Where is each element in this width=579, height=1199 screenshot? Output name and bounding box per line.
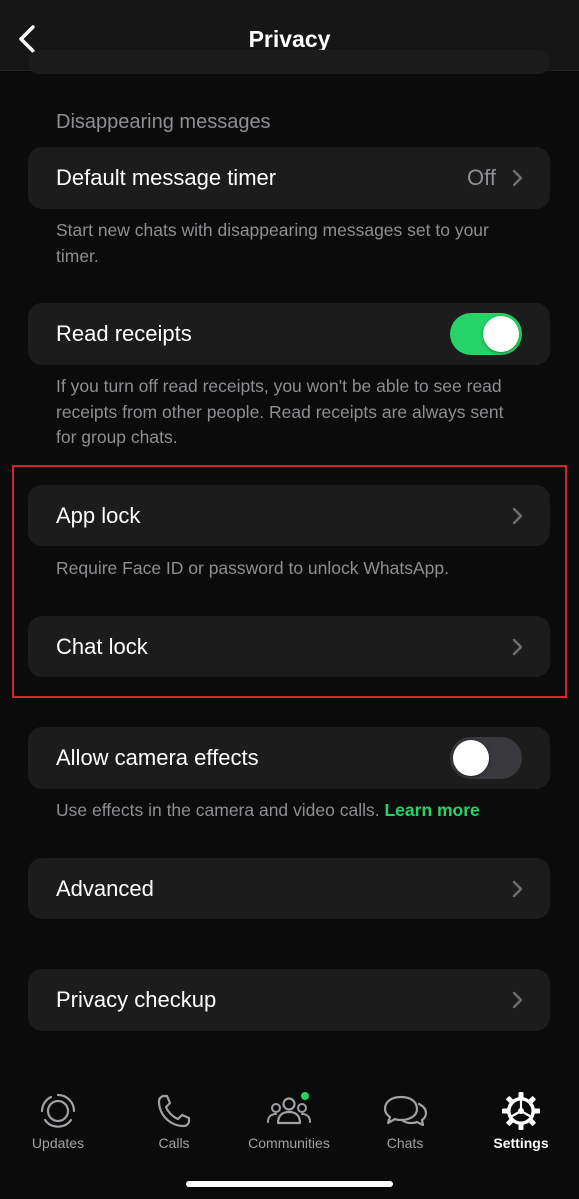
chat-lock-label: Chat lock <box>56 633 148 659</box>
page-title: Privacy <box>248 26 331 52</box>
privacy-checkup-label: Privacy checkup <box>56 987 217 1012</box>
chevron-right-icon <box>512 507 523 524</box>
default-message-timer-value: Off <box>467 165 496 190</box>
toggle-knob <box>453 740 489 776</box>
app-lock-label: App lock <box>56 502 141 528</box>
read-receipts-row: Read receipts <box>28 303 550 365</box>
disappearing-footnote: Start new chats with disappearing messag… <box>56 220 489 266</box>
camera-effects-row: Allow camera effects <box>28 727 550 789</box>
phone-icon <box>157 1094 191 1128</box>
app-lock-row[interactable]: App lock <box>28 485 550 546</box>
previous-card-edge <box>28 50 550 74</box>
chevron-right-icon <box>512 991 523 1009</box>
advanced-row[interactable]: Advanced <box>28 858 550 919</box>
section-label-disappearing: Disappearing messages <box>56 111 271 133</box>
default-message-timer-label: Default message timer <box>56 165 277 190</box>
toggle-knob <box>483 316 519 352</box>
gear-icon <box>502 1092 540 1130</box>
tab-label: Calls <box>158 1135 190 1151</box>
tab-label: Updates <box>31 1135 85 1151</box>
read-receipts-label: Read receipts <box>56 321 192 346</box>
camera-effects-toggle[interactable] <box>450 737 522 779</box>
chevron-right-icon <box>512 880 523 897</box>
chat-lock-row[interactable]: Chat lock <box>28 616 550 677</box>
tab-chats[interactable]: Chats <box>347 1091 463 1151</box>
camera-effects-footnote: Use effects in the camera and video call… <box>56 798 556 824</box>
camera-effects-label: Allow camera effects <box>56 745 259 770</box>
advanced-label: Advanced <box>56 875 154 901</box>
default-message-timer-row[interactable]: Default message timer Off <box>28 147 550 209</box>
notification-badge <box>301 1092 309 1100</box>
chevron-right-icon <box>512 169 523 187</box>
tab-calls[interactable]: Calls <box>116 1091 232 1151</box>
tab-settings[interactable]: Settings <box>463 1091 579 1151</box>
read-receipts-footnote: If you turn off read receipts, you won't… <box>56 376 504 447</box>
tab-label: Chats <box>386 1135 424 1151</box>
tab-communities[interactable]: Communities <box>231 1091 347 1151</box>
app-lock-footnote: Require Face ID or password to unlock Wh… <box>56 558 449 578</box>
read-receipts-toggle[interactable] <box>450 313 522 355</box>
chevron-right-icon <box>512 638 523 655</box>
learn-more-link[interactable]: Learn more <box>384 800 479 820</box>
tab-updates[interactable]: Updates <box>0 1091 116 1151</box>
tab-label: Communities <box>248 1135 330 1151</box>
communities-icon <box>267 1092 311 1125</box>
privacy-checkup-row[interactable]: Privacy checkup <box>28 969 550 1031</box>
tab-label: Settings <box>493 1135 549 1151</box>
updates-icon <box>40 1093 76 1128</box>
home-indicator[interactable] <box>186 1181 393 1187</box>
chats-icon <box>383 1095 428 1127</box>
camera-effects-footnote-text: Use effects in the camera and video call… <box>56 800 380 820</box>
